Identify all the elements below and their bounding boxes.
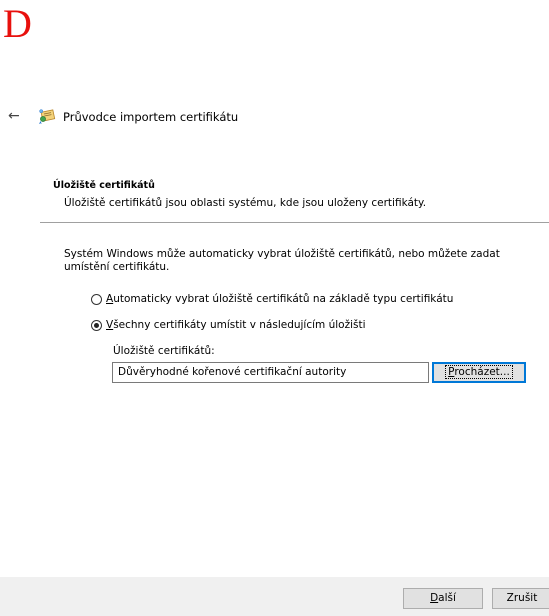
- wizard-title: Průvodce importem certifikátu: [63, 110, 239, 124]
- cancel-button[interactable]: Zrušit: [492, 588, 549, 609]
- browse-button[interactable]: Procházet...: [432, 362, 526, 383]
- corner-letter: D: [3, 1, 32, 46]
- back-arrow-icon[interactable]: ←: [8, 109, 20, 123]
- intro-text: Systém Windows může automaticky vybrat ú…: [64, 248, 500, 273]
- store-label: Úložiště certifikátů:: [113, 345, 215, 357]
- section-description: Úložiště certifikátů jsou oblasti systém…: [64, 197, 427, 209]
- radio-specific-indicator[interactable]: [91, 319, 102, 331]
- radio-automatic-indicator[interactable]: [91, 293, 102, 305]
- store-field[interactable]: Důvěryhodné kořenové certifikační autori…: [112, 362, 429, 383]
- radio-specific-store[interactable]: Všechny certifikáty umístit v následujíc…: [91, 319, 366, 331]
- next-button[interactable]: Další: [403, 588, 483, 609]
- radio-specific-label: Všechny certifikáty umístit v následujíc…: [106, 319, 366, 331]
- radio-automatic-label: Automaticky vybrat úložiště certifikátů …: [106, 293, 454, 305]
- section-title: Úložiště certifikátů: [53, 180, 155, 191]
- header-separator: [40, 222, 549, 223]
- certificate-wizard-icon: [39, 109, 56, 124]
- radio-automatic-store[interactable]: Automaticky vybrat úložiště certifikátů …: [91, 293, 453, 305]
